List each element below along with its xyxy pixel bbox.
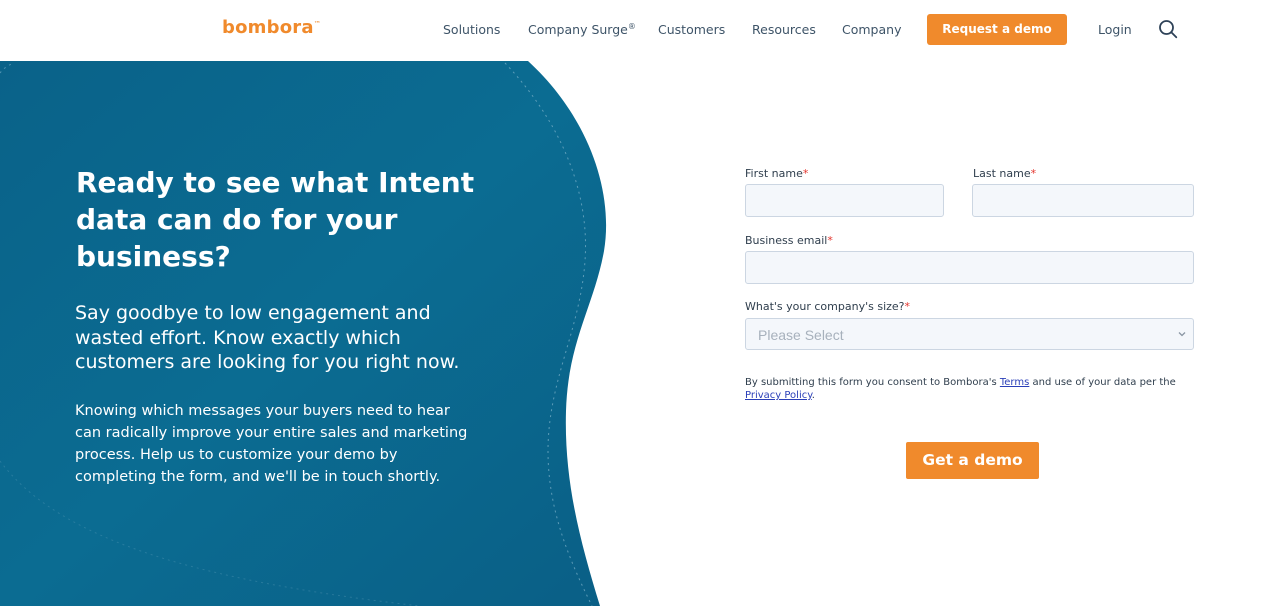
required-mark: *: [827, 234, 833, 247]
required-mark: *: [904, 300, 911, 313]
nav-resources[interactable]: Resources: [752, 22, 816, 37]
nav-customers[interactable]: Customers: [658, 22, 725, 37]
nav-company[interactable]: Company: [842, 22, 901, 37]
search-icon[interactable]: [1158, 19, 1178, 39]
nav-company-surge-label: Company Surge: [528, 22, 628, 38]
registered-mark: ®: [627, 22, 636, 31]
consent-middle: and use of your data per the: [1029, 377, 1176, 388]
last-name-label-text: Last name: [973, 167, 1031, 180]
hero-body: Knowing which messages your buyers need …: [75, 403, 468, 485]
first-name-field[interactable]: [745, 184, 944, 217]
login-link[interactable]: Login: [1098, 22, 1132, 37]
hero-panel: Ready to see what Intent data can do for…: [0, 61, 640, 606]
last-name-field[interactable]: [972, 184, 1194, 217]
logo-text: bombora: [222, 17, 314, 38]
company-size-select[interactable]: Please Select: [745, 318, 1194, 350]
privacy-policy-link[interactable]: Privacy Policy: [745, 390, 812, 401]
logo-mark: ™: [313, 20, 321, 28]
required-mark: *: [1030, 167, 1037, 180]
email-label-text: Business email: [745, 234, 828, 247]
get-demo-button[interactable]: Get a demo: [906, 442, 1039, 479]
terms-link[interactable]: Terms: [1000, 377, 1029, 388]
site-header: bombora™ Solutions Company Surge® Custom…: [0, 0, 1280, 61]
nav-company-surge[interactable]: Company Surge®: [528, 22, 636, 37]
nav-solutions[interactable]: Solutions: [443, 22, 500, 37]
bombora-logo[interactable]: bombora™: [222, 17, 321, 38]
required-mark: *: [802, 167, 809, 180]
business-email-field[interactable]: [745, 251, 1194, 284]
first-name-label: First name*: [745, 167, 808, 180]
consent-text: By submitting this form you consent to B…: [745, 376, 1195, 402]
first-name-label-text: First name: [745, 167, 803, 180]
email-label: Business email*: [745, 234, 833, 247]
last-name-label: Last name*: [973, 167, 1036, 180]
company-size-label-text: What's your company's size?: [745, 300, 905, 313]
hero-subtitle: Say goodbye to low engagement and wasted…: [75, 302, 460, 373]
chevron-down-icon: [1178, 332, 1186, 337]
consent-suffix: .: [811, 390, 815, 401]
company-size-placeholder: Please Select: [758, 327, 844, 343]
consent-prefix: By submitting this form you consent to B…: [745, 377, 1000, 388]
hero-title: Ready to see what Intent data can do for…: [76, 166, 475, 273]
company-size-label: What's your company's size?*: [745, 300, 910, 313]
request-demo-button[interactable]: Request a demo: [927, 14, 1067, 45]
